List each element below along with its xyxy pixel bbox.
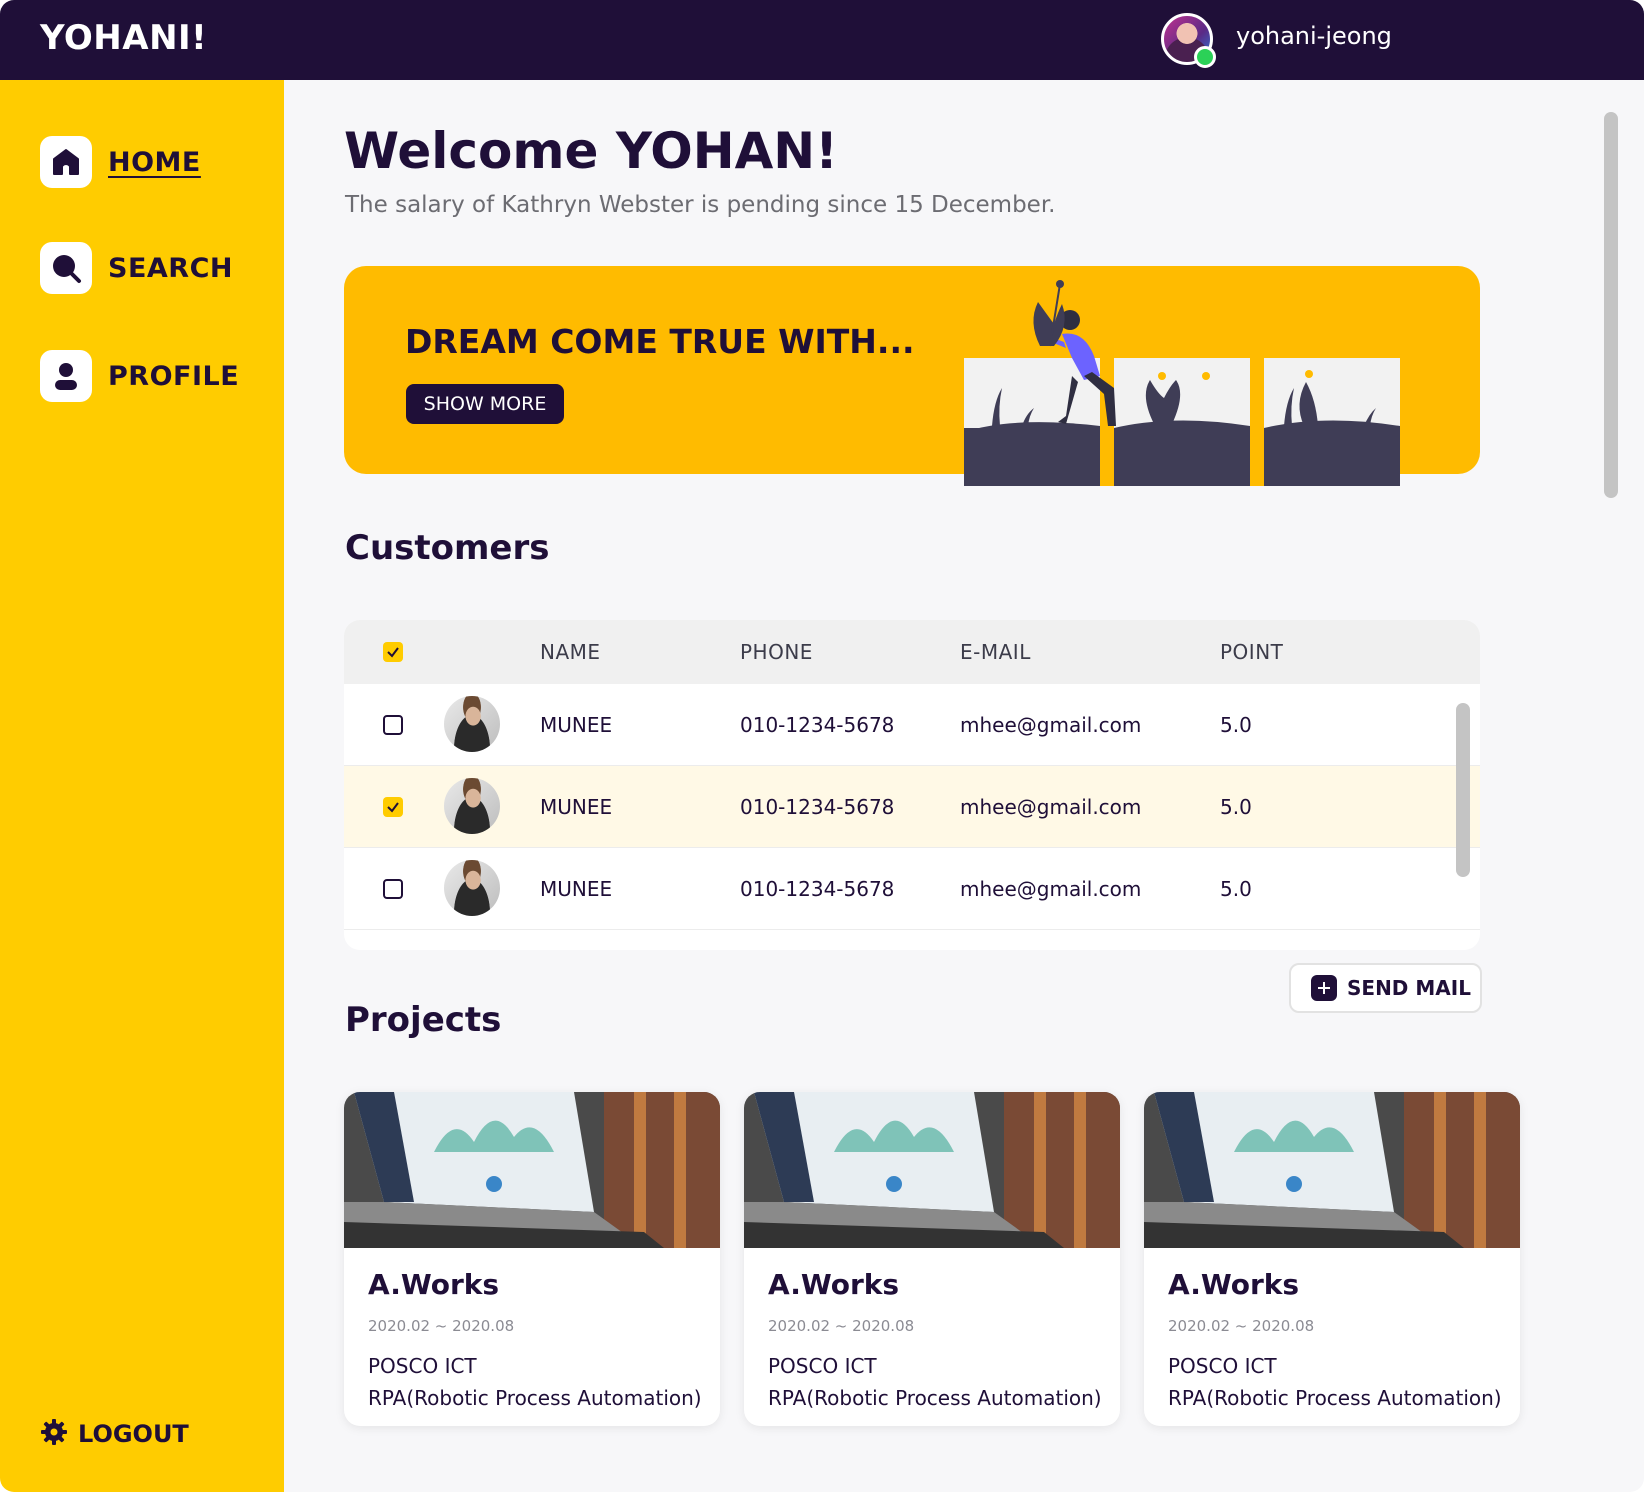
logout-button[interactable]: LOGOUT: [40, 1418, 189, 1450]
column-header-name[interactable]: NAME: [540, 640, 601, 664]
page-scrollbar[interactable]: [1604, 112, 1618, 498]
promo-banner: DREAM COME TRUE WITH... SHOW MORE: [344, 266, 1480, 486]
plus-icon: [1311, 975, 1337, 1001]
table-row[interactable]: MUNEE 010-1234-5678 mhee@gmail.com 5.0: [344, 848, 1480, 930]
cell-email: mhee@gmail.com: [960, 795, 1142, 819]
sidebar-item-label: PROFILE: [108, 360, 240, 392]
project-thumbnail: [744, 1092, 1120, 1248]
send-mail-button[interactable]: SEND MAIL: [1289, 963, 1482, 1013]
project-thumbnail: [1144, 1092, 1520, 1248]
cell-point: 5.0: [1220, 713, 1252, 737]
project-thumbnail: [344, 1092, 720, 1248]
sidebar-item-label: SEARCH: [108, 252, 233, 284]
gardener-illustration: [964, 280, 1400, 486]
username-label[interactable]: yohani-jeong: [1236, 22, 1392, 50]
cell-email: mhee@gmail.com: [960, 713, 1142, 737]
gear-icon: [40, 1418, 68, 1450]
column-header-phone[interactable]: PHONE: [740, 640, 813, 664]
show-more-button[interactable]: SHOW MORE: [406, 384, 564, 424]
sidebar-item-home[interactable]: HOME: [40, 135, 201, 189]
project-date: 2020.02 ~ 2020.08: [1168, 1317, 1315, 1335]
page-title: Welcome YOHAN!: [344, 122, 838, 180]
row-checkbox[interactable]: [383, 715, 403, 735]
main-content: Welcome YOHAN! The salary of Kathryn Web…: [284, 80, 1644, 1492]
project-description: RPA(Robotic Process Automation): [368, 1386, 702, 1410]
project-date: 2020.02 ~ 2020.08: [368, 1317, 515, 1335]
avatar: [444, 778, 500, 834]
customers-title: Customers: [345, 528, 550, 568]
avatar: [444, 860, 500, 916]
cell-point: 5.0: [1220, 877, 1252, 901]
logout-label: LOGOUT: [78, 1420, 189, 1448]
project-date: 2020.02 ~ 2020.08: [768, 1317, 915, 1335]
project-description: RPA(Robotic Process Automation): [1168, 1386, 1502, 1410]
cell-name: MUNEE: [540, 713, 613, 737]
sidebar-item-profile[interactable]: PROFILE: [40, 349, 239, 403]
home-icon: [40, 136, 92, 188]
table-scrollbar[interactable]: [1456, 703, 1470, 877]
online-status-dot: [1194, 46, 1216, 68]
cell-point: 5.0: [1220, 795, 1252, 819]
project-description: RPA(Robotic Process Automation): [768, 1386, 1102, 1410]
avatar: [444, 696, 500, 752]
select-all-checkbox[interactable]: [383, 642, 403, 662]
user-icon: [40, 350, 92, 402]
cell-name: MUNEE: [540, 795, 613, 819]
sidebar-item-search[interactable]: SEARCH: [40, 241, 233, 295]
row-checkbox[interactable]: [383, 797, 403, 817]
project-company: POSCO ICT: [368, 1354, 477, 1378]
banner-title: DREAM COME TRUE WITH...: [405, 322, 915, 361]
top-bar: YOHANI! yohani-jeong: [0, 0, 1644, 80]
cell-phone: 010-1234-5678: [740, 877, 895, 901]
project-card[interactable]: A.Works 2020.02 ~ 2020.08 POSCO ICT RPA(…: [344, 1092, 720, 1426]
project-title: A.Works: [368, 1268, 500, 1301]
cell-phone: 010-1234-5678: [740, 795, 895, 819]
customers-table: NAME PHONE E-MAIL POINT MUNEE 010-1234-5…: [344, 620, 1480, 950]
search-icon: [40, 242, 92, 294]
column-header-point[interactable]: POINT: [1220, 640, 1283, 664]
table-row[interactable]: MUNEE 010-1234-5678 mhee@gmail.com 5.0: [344, 684, 1480, 766]
project-company: POSCO ICT: [768, 1354, 877, 1378]
project-title: A.Works: [1168, 1268, 1300, 1301]
column-header-email[interactable]: E-MAIL: [960, 640, 1031, 664]
sidebar: HOME SEARCH PROFILE LOGOUT: [0, 80, 284, 1492]
project-card[interactable]: A.Works 2020.02 ~ 2020.08 POSCO ICT RPA(…: [1144, 1092, 1520, 1426]
projects-title: Projects: [345, 1000, 502, 1040]
page-subtitle: The salary of Kathryn Webster is pending…: [345, 192, 1056, 218]
table-header: NAME PHONE E-MAIL POINT: [344, 620, 1480, 684]
user-avatar[interactable]: [1161, 13, 1216, 68]
cell-email: mhee@gmail.com: [960, 877, 1142, 901]
app-window: YOHANI! yohani-jeong HOME SEARCH PROFILE: [0, 0, 1644, 1492]
project-company: POSCO ICT: [1168, 1354, 1277, 1378]
cell-phone: 010-1234-5678: [740, 713, 895, 737]
brand-logo[interactable]: YOHANI!: [40, 18, 207, 58]
project-title: A.Works: [768, 1268, 900, 1301]
send-mail-label: SEND MAIL: [1347, 976, 1471, 1000]
project-card[interactable]: A.Works 2020.02 ~ 2020.08 POSCO ICT RPA(…: [744, 1092, 1120, 1426]
cell-name: MUNEE: [540, 877, 613, 901]
row-checkbox[interactable]: [383, 879, 403, 899]
table-row[interactable]: MUNEE 010-1234-5678 mhee@gmail.com 5.0: [344, 766, 1480, 848]
sidebar-item-label: HOME: [108, 146, 201, 178]
